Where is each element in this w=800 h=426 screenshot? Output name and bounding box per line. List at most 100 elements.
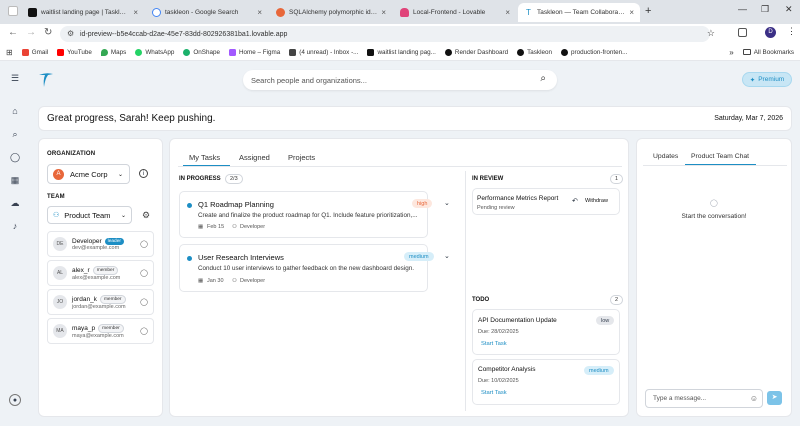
minimize-icon[interactable]: — (738, 4, 747, 14)
bookmark-favicon-icon (367, 48, 375, 56)
extensions-icon[interactable] (738, 28, 747, 37)
chevron-down-icon[interactable]: ⌄ (444, 252, 450, 260)
in-review-heading: IN REVIEW (472, 176, 504, 182)
task-card[interactable]: Q1 Roadmap Planning high ⌄ Create and fi… (179, 191, 450, 238)
reload-icon[interactable]: ↻ (44, 27, 52, 38)
site-info-icon[interactable]: ⚙ (67, 29, 74, 38)
message-icon[interactable]: ◯ (140, 298, 148, 306)
bookmark-star-icon[interactable]: ☆ (707, 28, 715, 39)
browser-tab-lovable[interactable]: Local-Frontend - Lovable × (394, 3, 516, 22)
close-icon[interactable]: × (257, 8, 262, 17)
chat-icon[interactable]: ◯ (9, 151, 21, 163)
bookmark-production[interactable]: production-fronten... (560, 48, 627, 56)
address-bar[interactable]: ⚙ id-preview--b5e4ccab-d2ae-45e7-83dd-80… (60, 26, 715, 42)
message-input[interactable]: Type a message... ☺ (645, 389, 763, 408)
message-icon[interactable]: ◯ (140, 269, 148, 277)
tab-title: taskleon - Google Search (165, 9, 239, 16)
back-arrow-icon[interactable]: ← (8, 27, 18, 38)
tab-assigned[interactable]: Assigned (239, 153, 270, 162)
figma-icon (228, 48, 236, 56)
chevron-down-icon[interactable]: ⌄ (444, 199, 450, 207)
forward-arrow-icon[interactable]: → (26, 27, 36, 38)
role-badge: member (92, 265, 119, 275)
window-close-icon[interactable]: ✕ (785, 4, 793, 15)
url-text: id-preview--b5e4ccab-d2ae-45e7-83dd-8029… (80, 30, 288, 38)
menu-icon[interactable]: ☰ (9, 72, 21, 84)
todo-card[interactable]: API Documentation Update low Due: 28/02/… (472, 309, 620, 355)
task-title: Q1 Roadmap Planning (198, 200, 274, 209)
tab-product-team-chat[interactable]: Product Team Chat (691, 153, 749, 160)
task-description: Create and finalize the product roadmap … (198, 212, 418, 219)
bookmark-onshape[interactable]: OnShape (183, 48, 220, 56)
task-card[interactable]: User Research Interviews medium ⌄ Conduc… (179, 244, 450, 292)
member-card[interactable]: MA maya_p member maya@example.com ◯ (47, 318, 154, 344)
bell-icon[interactable]: ♪ (9, 220, 21, 232)
member-card[interactable]: DE Developer leader dev@example.com ◯ (47, 231, 154, 257)
in-progress-heading: IN PROGRESS (179, 176, 221, 182)
team-settings-gear-icon[interactable]: ⚙ (142, 210, 150, 221)
review-card[interactable]: Performance Metrics Report Pending revie… (472, 188, 620, 215)
cloud-icon[interactable]: ☁ (9, 197, 21, 209)
bookmark-waitlist[interactable]: waitlist landing pag... (367, 48, 436, 56)
tab-updates[interactable]: Updates (653, 153, 678, 160)
premium-button[interactable]: ✦ Premium (742, 72, 792, 87)
team-select[interactable]: ⚇ Product Team ⌄ (47, 206, 132, 224)
bookmark-youtube[interactable]: YouTube (57, 48, 92, 56)
start-task-button[interactable]: Start Task (481, 390, 507, 396)
render-icon (444, 48, 452, 56)
chevron-down-icon: ⌄ (117, 171, 123, 178)
bookmark-maps[interactable]: Maps (100, 48, 126, 56)
close-icon[interactable]: × (505, 8, 510, 17)
calendar-icon: ▦ (198, 224, 204, 230)
bookmark-whatsapp[interactable]: WhatsApp (135, 48, 174, 56)
tab-my-tasks[interactable]: My Tasks (189, 153, 220, 162)
start-task-button[interactable]: Start Task (481, 341, 507, 347)
bookmark-inbox[interactable]: (4 unread) - Inbox -... (289, 48, 358, 56)
bookmark-taskleon[interactable]: Taskleon (517, 48, 552, 56)
info-icon[interactable]: i (139, 169, 148, 178)
restore-icon[interactable]: ❐ (761, 4, 769, 15)
org-avatar: A (53, 168, 64, 180)
new-tab-plus-icon[interactable]: + (645, 5, 651, 17)
due-date: Due: 10/02/2025 (478, 378, 519, 384)
message-icon[interactable]: ◯ (140, 327, 148, 335)
bookmark-gmail[interactable]: Gmail (21, 48, 48, 56)
close-icon[interactable]: × (133, 8, 138, 17)
calendar-icon[interactable]: ▦ (9, 174, 21, 186)
browser-tab-taskleon[interactable]: T Taskleon — Team Collaboration × (518, 3, 640, 22)
browser-tab-sqlalchemy[interactable]: SQLAlchemy polymorphic iden × (270, 3, 392, 22)
bookmark-render[interactable]: Render Dashboard (444, 48, 508, 56)
tab-projects[interactable]: Projects (288, 153, 315, 162)
search-icon[interactable]: ⌕ (540, 73, 546, 84)
browser-tab-google[interactable]: taskleon - Google Search × (146, 3, 268, 22)
emoji-icon[interactable]: ☺ (750, 394, 758, 403)
send-button[interactable]: ➤ (767, 391, 782, 405)
org-select[interactable]: A Acme Corp ⌄ (47, 164, 130, 184)
browser-tab-waitlist[interactable]: waitlist landing page | Taskleon × (22, 3, 144, 22)
all-bookmarks[interactable]: All Bookmarks (742, 49, 794, 56)
taskleon-logo[interactable] (38, 72, 54, 88)
due-date: Due: 28/02/2025 (478, 329, 519, 335)
member-card[interactable]: AL alex_r member alex@example.com ◯ (47, 260, 154, 286)
search-icon[interactable]: ⌕ (9, 128, 21, 140)
tab-search-icon[interactable] (8, 6, 18, 16)
undo-icon[interactable]: ↶ (572, 197, 578, 205)
home-icon[interactable]: ⌂ (9, 105, 21, 117)
browser-menu-icon[interactable]: ⋮ (787, 26, 796, 37)
profile-avatar[interactable]: D (765, 27, 776, 38)
search-input[interactable]: Search people and organizations... ⌕ (243, 70, 557, 90)
todo-card[interactable]: Competitor Analysis medium Due: 10/02/20… (472, 359, 620, 405)
message-icon[interactable]: ◯ (140, 240, 148, 248)
close-icon[interactable]: × (629, 8, 634, 17)
column-divider (465, 171, 466, 411)
member-card[interactable]: JO jordan_k member jordan@example.com ◯ (47, 289, 154, 315)
bookmark-figma[interactable]: Home – Figma (228, 48, 280, 56)
task-assignee: Developer (240, 278, 266, 284)
apps-grid-icon[interactable]: ⊞ (6, 48, 13, 57)
more-bookmarks-icon[interactable]: » (729, 48, 733, 57)
close-icon[interactable]: × (381, 8, 386, 17)
withdraw-button[interactable]: Withdraw (585, 198, 608, 204)
left-icon-rail: ☰ ⌂ ⌕ ◯ ▦ ☁ ♪ ● (0, 61, 30, 426)
user-avatar-icon[interactable]: ● (9, 394, 21, 406)
member-email: maya@example.com (72, 332, 124, 339)
